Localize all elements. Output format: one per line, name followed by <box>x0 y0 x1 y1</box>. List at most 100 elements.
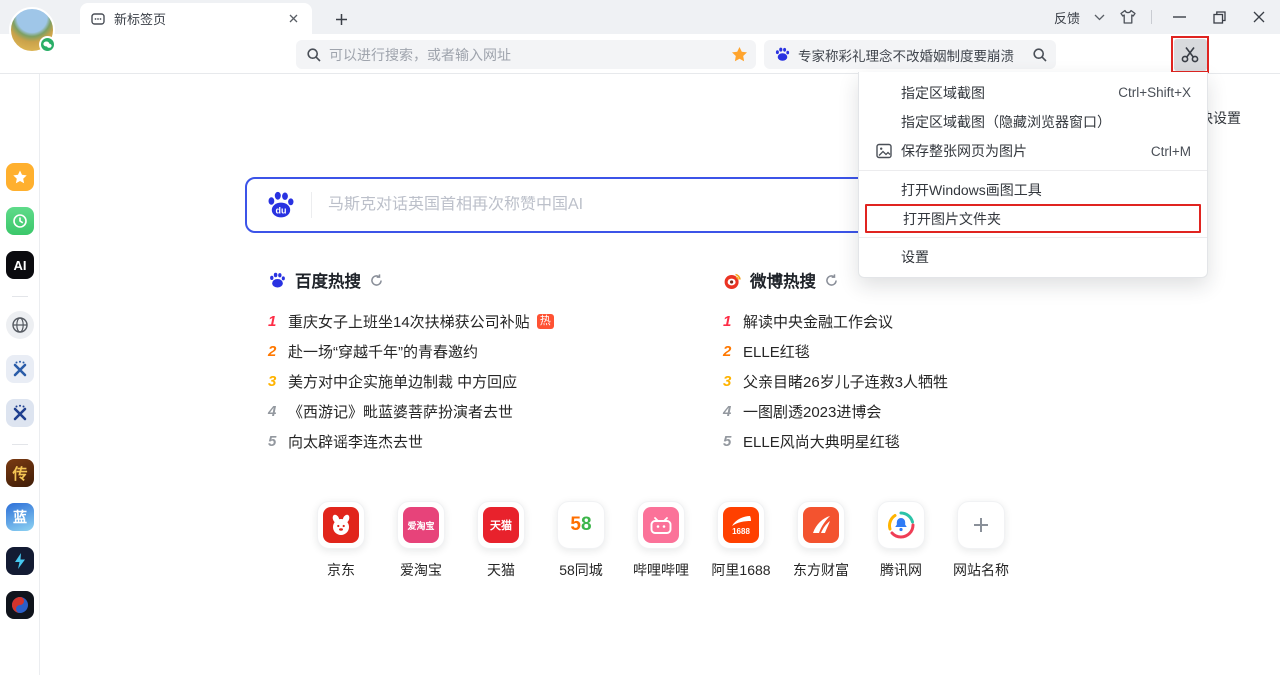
hot-item[interactable]: 3美方对中企实施单边制裁 中方回应 <box>268 366 698 396</box>
address-bar[interactable] <box>296 40 756 69</box>
baidu-hot-refresh-icon[interactable] <box>369 273 384 288</box>
rank-number: 5 <box>723 433 740 450</box>
menu-divider <box>859 170 1207 171</box>
favorite-star-icon[interactable] <box>731 46 748 63</box>
sidebar-game-icon-1[interactable]: 传 <box>6 459 34 487</box>
bilibili-icon <box>643 507 679 543</box>
hot-item[interactable]: 2赴一场“穿越千年”的青春邀约 <box>268 336 698 366</box>
sidebar-site-icon-2[interactable] <box>6 399 34 427</box>
hot-item[interactable]: 1解读中央金融工作会议 <box>723 306 1153 336</box>
hot-item-text[interactable]: 重庆女子上班坐14次扶梯获公司补贴 <box>288 311 530 332</box>
menu-item-open-paint[interactable]: 打开Windows画图工具 <box>859 175 1207 204</box>
sidebar-game-icon-2[interactable]: 蓝 <box>6 503 34 531</box>
menu-item-label: 指定区域截图 <box>901 83 985 103</box>
hot-badge: 热 <box>537 314 554 329</box>
shortcut-tmall[interactable]: 天猫 天猫 <box>461 501 541 580</box>
hot-item-text[interactable]: 《西游记》毗蓝婆菩萨扮演者去世 <box>288 401 513 422</box>
menu-item-open-pictures-folder[interactable]: 打开图片文件夹 <box>865 204 1201 233</box>
baidu-paw-icon <box>774 46 791 63</box>
hot-item[interactable]: 3父亲目睹26岁儿子连救3人牺牲 <box>723 366 1153 396</box>
hot-item-text[interactable]: 父亲目睹26岁儿子连救3人牺牲 <box>743 371 948 392</box>
tab-close-icon[interactable] <box>284 10 302 28</box>
screenshot-dropdown-menu: 指定区域截图 Ctrl+Shift+X 指定区域截图（隐藏浏览器窗口） 保存整张… <box>858 72 1208 278</box>
weibo-hot-title: 微博热搜 <box>750 268 816 292</box>
hot-search-text[interactable]: 专家称彩礼理念不改婚姻制度要崩溃 <box>798 45 1032 65</box>
shortcut-eastmoney[interactable]: 东方财富 <box>781 501 861 580</box>
screenshot-highlight-box <box>1171 36 1209 73</box>
shortcut-1688[interactable]: 1688 阿里1688 <box>701 501 781 580</box>
rank-number: 2 <box>723 343 740 360</box>
jd-icon <box>323 507 359 543</box>
hot-item[interactable]: 5向太辟谣李连杰去世 <box>268 426 698 456</box>
minimize-button[interactable] <box>1166 4 1192 30</box>
sidebar-history-icon[interactable] <box>6 207 34 235</box>
menu-item-shortcut: Ctrl+M <box>1151 144 1191 159</box>
close-button[interactable] <box>1246 4 1272 30</box>
shortcut-label: 天猫 <box>487 560 515 580</box>
wechat-badge-icon <box>39 36 56 53</box>
hot-item[interactable]: 5ELLE风尚大典明星红毯 <box>723 426 1153 456</box>
screenshot-scissors-button[interactable] <box>1174 39 1207 71</box>
sidebar-globe-icon[interactable] <box>6 311 34 339</box>
tab-new-page[interactable]: 新标签页 <box>80 3 312 34</box>
menu-item-shortcut: Ctrl+Shift+X <box>1118 85 1191 100</box>
menu-item-save-full-page[interactable]: 保存整张网页为图片 Ctrl+M <box>859 136 1207 166</box>
menu-divider <box>859 237 1207 238</box>
hot-item[interactable]: 4一图剧透2023进博会 <box>723 396 1153 426</box>
hot-item[interactable]: 2ELLE红毯 <box>723 336 1153 366</box>
plus-icon <box>963 507 999 543</box>
menu-item-settings[interactable]: 设置 <box>859 242 1207 271</box>
shortcut-tencent[interactable]: 腾讯网 <box>861 501 941 580</box>
browser-window: 新标签页 反馈 <box>0 0 1280 675</box>
sidebar-game-icon-4[interactable] <box>6 591 34 619</box>
weibo-hot-refresh-icon[interactable] <box>824 273 839 288</box>
shortcut-aitaobao[interactable]: 爱淘宝 爱淘宝 <box>381 501 461 580</box>
shortcut-label: 爱淘宝 <box>400 560 442 580</box>
hot-item-text[interactable]: 向太辟谣李连杰去世 <box>288 431 423 452</box>
aitaobao-icon: 爱淘宝 <box>403 507 439 543</box>
shortcut-jd[interactable]: 京东 <box>301 501 381 580</box>
rank-number: 5 <box>268 433 285 450</box>
address-input[interactable] <box>329 47 731 63</box>
shortcut-58[interactable]: 58 58同城 <box>541 501 621 580</box>
tab-title: 新标签页 <box>114 9 284 28</box>
hot-search-bar[interactable]: 专家称彩礼理念不改婚姻制度要崩溃 <box>764 40 1056 69</box>
hot-item[interactable]: 4《西游记》毗蓝婆菩萨扮演者去世 <box>268 396 698 426</box>
baidu-hot-title: 百度热搜 <box>295 268 361 292</box>
image-icon <box>876 144 892 159</box>
sidebar-favorites-icon[interactable] <box>6 163 34 191</box>
menu-item-region-screenshot[interactable]: 指定区域截图 Ctrl+Shift+X <box>859 78 1207 107</box>
shortcut-label: 京东 <box>327 560 355 580</box>
sidebar-game-icon-3[interactable] <box>6 547 34 575</box>
user-avatar[interactable] <box>9 7 55 53</box>
hot-item[interactable]: 1重庆女子上班坐14次扶梯获公司补贴热 <box>268 306 698 336</box>
sidebar-ai-assistant-icon[interactable]: AI <box>6 251 34 279</box>
sidebar-site-icon-1[interactable] <box>6 355 34 383</box>
hot-item-text[interactable]: 一图剧透2023进博会 <box>743 401 881 422</box>
sidebar-divider <box>12 444 28 445</box>
hot-item-text[interactable]: 解读中央金融工作会议 <box>743 311 893 332</box>
rank-number: 1 <box>723 313 740 330</box>
menu-item-label: 指定区域截图（隐藏浏览器窗口） <box>901 112 1111 132</box>
hot-item-text[interactable]: ELLE红毯 <box>743 341 810 362</box>
shortcut-label: 东方财富 <box>793 560 849 580</box>
restore-window-button[interactable] <box>1206 4 1232 30</box>
hot-item-text[interactable]: 美方对中企实施单边制裁 中方回应 <box>288 371 517 392</box>
shortcut-label: 哔哩哔哩 <box>633 560 689 580</box>
shortcut-add-site[interactable]: 网站名称 <box>941 501 1021 580</box>
rank-number: 3 <box>268 373 285 390</box>
eastmoney-icon <box>803 507 839 543</box>
feedback-button[interactable]: 反馈 <box>1054 8 1080 27</box>
theme-skin-icon[interactable] <box>1119 9 1137 25</box>
shortcut-bilibili[interactable]: 哔哩哔哩 <box>621 501 701 580</box>
ali1688-icon: 1688 <box>723 507 759 543</box>
weibo-logo-icon <box>723 271 742 290</box>
menu-item-label: 打开图片文件夹 <box>903 209 1001 229</box>
hot-item-text[interactable]: 赴一场“穿越千年”的青春邀约 <box>288 341 478 362</box>
feedback-chevron-down-icon[interactable] <box>1094 14 1105 21</box>
baidu-hot-section: 百度热搜 1重庆女子上班坐14次扶梯获公司补贴热 2赴一场“穿越千年”的青春邀约… <box>268 268 698 456</box>
menu-item-region-screenshot-hide-window[interactable]: 指定区域截图（隐藏浏览器窗口） <box>859 107 1207 136</box>
hot-search-magnifier-icon[interactable] <box>1032 47 1048 63</box>
hot-item-text[interactable]: ELLE风尚大典明星红毯 <box>743 431 900 452</box>
new-tab-button[interactable] <box>330 8 352 30</box>
